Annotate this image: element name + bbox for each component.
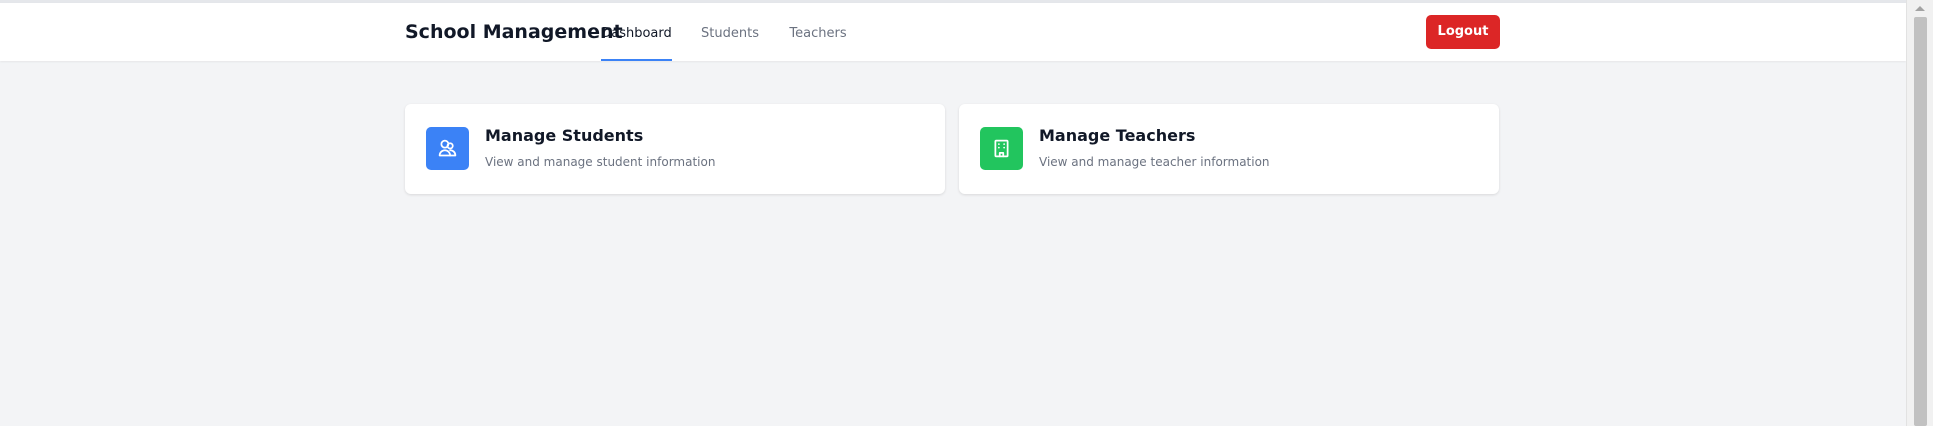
scrollbar-thumb[interactable] — [1914, 17, 1927, 426]
card-title: Manage Students — [485, 126, 644, 145]
manage-teachers-card[interactable]: Manage Teachers View and manage teacher … — [959, 104, 1499, 194]
app-title: School Management — [405, 21, 623, 43]
card-title: Manage Teachers — [1039, 126, 1196, 145]
app-viewport: School Management Dashboard Students Tea… — [0, 0, 1933, 426]
top-navbar: School Management Dashboard Students Tea… — [0, 3, 1906, 61]
manage-students-card[interactable]: Manage Students View and manage student … — [405, 104, 945, 194]
nav-tab-teachers[interactable]: Teachers — [788, 3, 848, 61]
building-icon — [980, 127, 1023, 170]
nav-tab-dashboard[interactable]: Dashboard — [601, 3, 672, 61]
card-description: View and manage student information — [485, 155, 716, 169]
nav-tab-students[interactable]: Students — [700, 3, 760, 61]
scroll-up-arrow-icon[interactable] — [1915, 6, 1925, 11]
vertical-scrollbar[interactable] — [1906, 0, 1933, 426]
logout-button[interactable]: Logout — [1426, 15, 1500, 49]
card-description: View and manage teacher information — [1039, 155, 1270, 169]
users-icon — [426, 127, 469, 170]
